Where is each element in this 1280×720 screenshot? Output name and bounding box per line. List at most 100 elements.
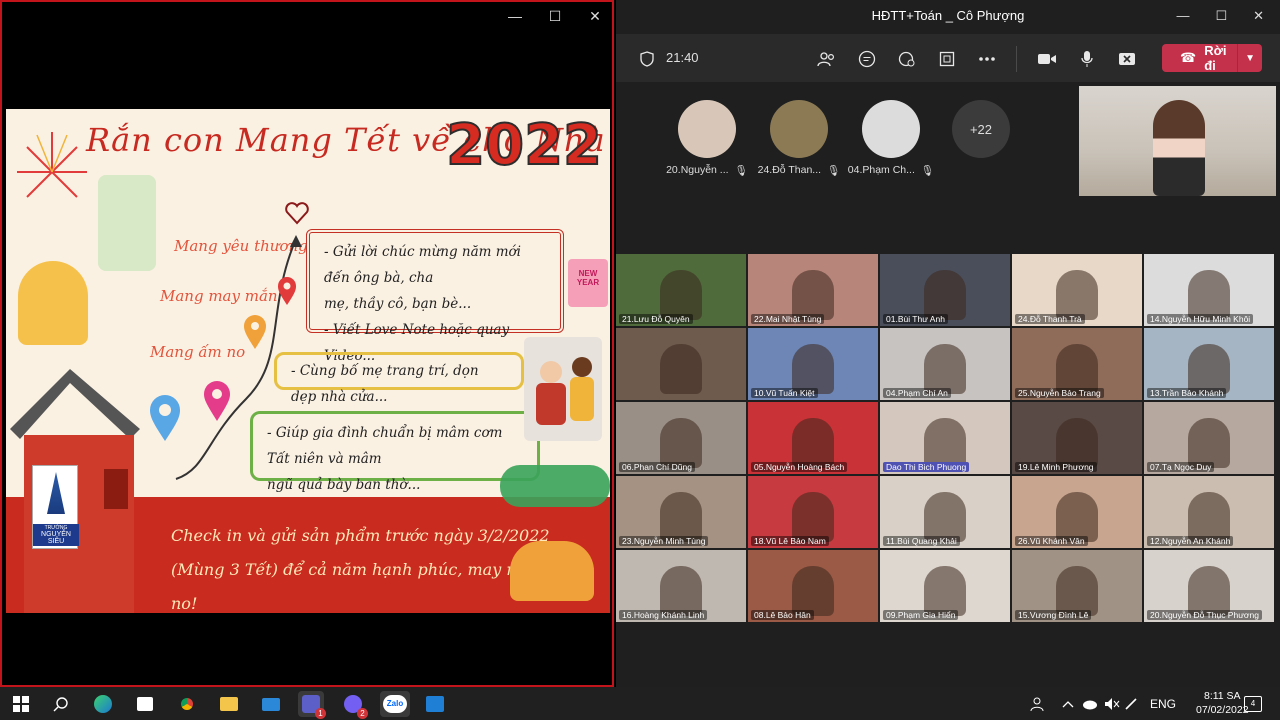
search-icon[interactable] [48,691,74,717]
participant-video-tile[interactable] [616,328,746,400]
maximize-button[interactable]: ☐ [548,8,562,25]
clock[interactable]: 8:11 SA 07/02/2022 [1196,689,1249,717]
participant-video-tile[interactable]: 05.Nguyễn Hoàng Bách [748,402,878,474]
onedrive-icon[interactable] [1082,687,1098,720]
participant-video-tile[interactable]: 06.Phan Chí Dũng [616,402,746,474]
notification-icon[interactable]: 4 [1244,687,1262,720]
mic-icon[interactable] [1076,48,1098,70]
participant-video [1188,270,1230,320]
participant-video-tile[interactable]: 23.Nguyễn Minh Tùng [616,476,746,548]
participant-tile[interactable]: 20.Nguyễn ... 🎙 [659,100,755,177]
participant-name: 05.Nguyễn Hoàng Bách [751,462,848,472]
participant-video-tile[interactable]: 01.Bùi Thư Anh [880,254,1010,326]
chrome-icon[interactable] [174,691,200,717]
participant-video-tile[interactable]: 18.Vũ Lê Bảo Nam [748,476,878,548]
participant-video-tile[interactable]: 09.Phạm Gia Hiển [880,550,1010,622]
react-icon[interactable] [896,48,918,70]
fruit-tray-illustration [18,261,88,345]
participant-video [924,418,966,468]
more-icon[interactable] [976,48,998,70]
participant-video [792,492,834,542]
participant-video-tile[interactable]: 12.Nguyễn An Khánh [1144,476,1274,548]
kids-illustration [98,175,156,271]
store-icon[interactable] [132,691,158,717]
participant-tile[interactable]: 24.Đỗ Than... 🎙 [751,100,847,177]
windows-icon[interactable] [8,691,34,717]
participant-video [792,418,834,468]
rooms-icon[interactable] [936,48,958,70]
participant-name: Dao Thi Bich Phuong [883,462,970,472]
participant-video-tile[interactable]: 22.Mai Nhật Tùng [748,254,878,326]
participant-video [924,492,966,542]
toolbar-divider [1016,46,1017,72]
activity-card-decorate: - Cùng bố mẹ trang trí, dọn dẹp nhà cửa.… [274,352,524,405]
participant-video-tile[interactable]: 13.Trần Bảo Khánh [1144,328,1274,400]
participant-video-tile[interactable]: 16.Hoàng Khánh Linh [616,550,746,622]
hang-up-icon: ☎ [1180,50,1197,65]
close-button[interactable]: ✕ [588,8,602,25]
close-button[interactable]: ✕ [1253,8,1264,24]
participant-video-tile[interactable]: 25.Nguyễn Bảo Trang [1012,328,1142,400]
participant-video-tile[interactable]: 10.Vũ Tuấn Kiệt [748,328,878,400]
presenter-video [1153,100,1205,196]
share-window-controls: — ☐ ✕ [508,8,602,25]
people-tray-icon[interactable] [1030,687,1046,720]
teams-meeting-window[interactable]: HĐTT+Toán _ Cô Phượng — ☐ ✕ 21:40 ☎ Rời … [616,0,1280,687]
participant-video-tile[interactable]: 26.Vũ Khánh Vân [1012,476,1142,548]
self-video-view[interactable] [1079,86,1276,196]
viber-icon[interactable]: 2 [340,691,368,719]
people-icon[interactable] [816,48,838,70]
participant-tile[interactable]: 04.Phạm Ch... 🎙 [843,100,939,177]
participant-video-tile[interactable]: 04.Phạm Chí An [880,328,1010,400]
mail-icon[interactable] [258,691,284,717]
participant-video-tile[interactable]: 24.Đỗ Thanh Trà [1012,254,1142,326]
participant-name: 20.Nguyễn Đỗ Thục Phương [1147,610,1262,620]
participant-video-tile[interactable]: 11.Bùi Quang Khải [880,476,1010,548]
teams-icon[interactable]: 1 [298,691,326,719]
participant-name: 16.Hoàng Khánh Linh [619,610,708,620]
card-line: - Gửi lời chúc mừng năm mới đến ông bà, … [324,244,522,286]
activity-card-prepare: - Giúp gia đình chuẩn bị mâm cơm Tất niê… [250,411,540,493]
participant-video-tile[interactable]: 08.Lê Bảo Hân [748,550,878,622]
participant-video-tile[interactable]: 15.Vương Đình Lê [1012,550,1142,622]
shield-icon[interactable] [636,48,658,70]
school-name: NGUYỄN SIÊU [41,531,71,545]
participant-video [924,566,966,616]
more-participants-button[interactable]: +22 [952,100,1010,158]
edge-icon[interactable] [90,691,116,717]
presentation-slide: Rắn con Mang Tết về cho Nhà 2022 Mang yê… [6,109,610,613]
participant-video-tile[interactable]: 14.Nguyễn Hữu Minh Khôi [1144,254,1274,326]
location-pin-icon [278,277,296,305]
pen-icon[interactable] [1124,687,1138,720]
new-year-envelope-icon: NEW YEAR [568,259,608,307]
volume-muted-icon[interactable] [1104,687,1120,720]
camera-icon[interactable] [1036,48,1058,70]
participant-name: 19.Lê Minh Phương [1015,462,1097,472]
share-screen-icon[interactable] [1116,48,1138,70]
explorer-icon[interactable] [216,691,242,717]
participant-video [660,492,702,542]
chat-icon[interactable] [856,48,878,70]
maximize-button[interactable]: ☐ [1215,8,1227,24]
language-indicator[interactable]: ENG [1150,687,1176,720]
chevron-down-icon[interactable]: ▼ [1238,53,1262,64]
leave-button[interactable]: ☎ Rời đi ▼ [1162,43,1262,73]
participant-video [792,566,834,616]
participant-video-tile[interactable]: 19.Lê Minh Phương [1012,402,1142,474]
participant-video-tile[interactable]: Dao Thi Bich Phuong [880,402,1010,474]
chevron-up-icon[interactable] [1062,687,1074,720]
minimize-button[interactable]: — [508,8,522,25]
shared-screen-window[interactable]: — ☐ ✕ Rắn con Mang Tết về cho Nhà 2022 M… [0,0,614,687]
leave-main[interactable]: ☎ Rời đi [1162,43,1237,73]
participant-video-tile[interactable]: 21.Lưu Đỗ Quyên [616,254,746,326]
media-icon[interactable] [422,691,448,717]
participant-video [1188,344,1230,394]
participant-video-tile[interactable]: 07.Tạ Ngọc Duy [1144,402,1274,474]
zalo-icon[interactable]: Zalo [380,691,410,717]
minimize-button[interactable]: — [1176,8,1189,24]
participant-video [924,344,966,394]
location-pin-icon [244,315,266,349]
participant-video [660,566,702,616]
clock-time: 8:11 SA [1203,690,1241,702]
participant-video-tile[interactable]: 20.Nguyễn Đỗ Thục Phương [1144,550,1274,622]
